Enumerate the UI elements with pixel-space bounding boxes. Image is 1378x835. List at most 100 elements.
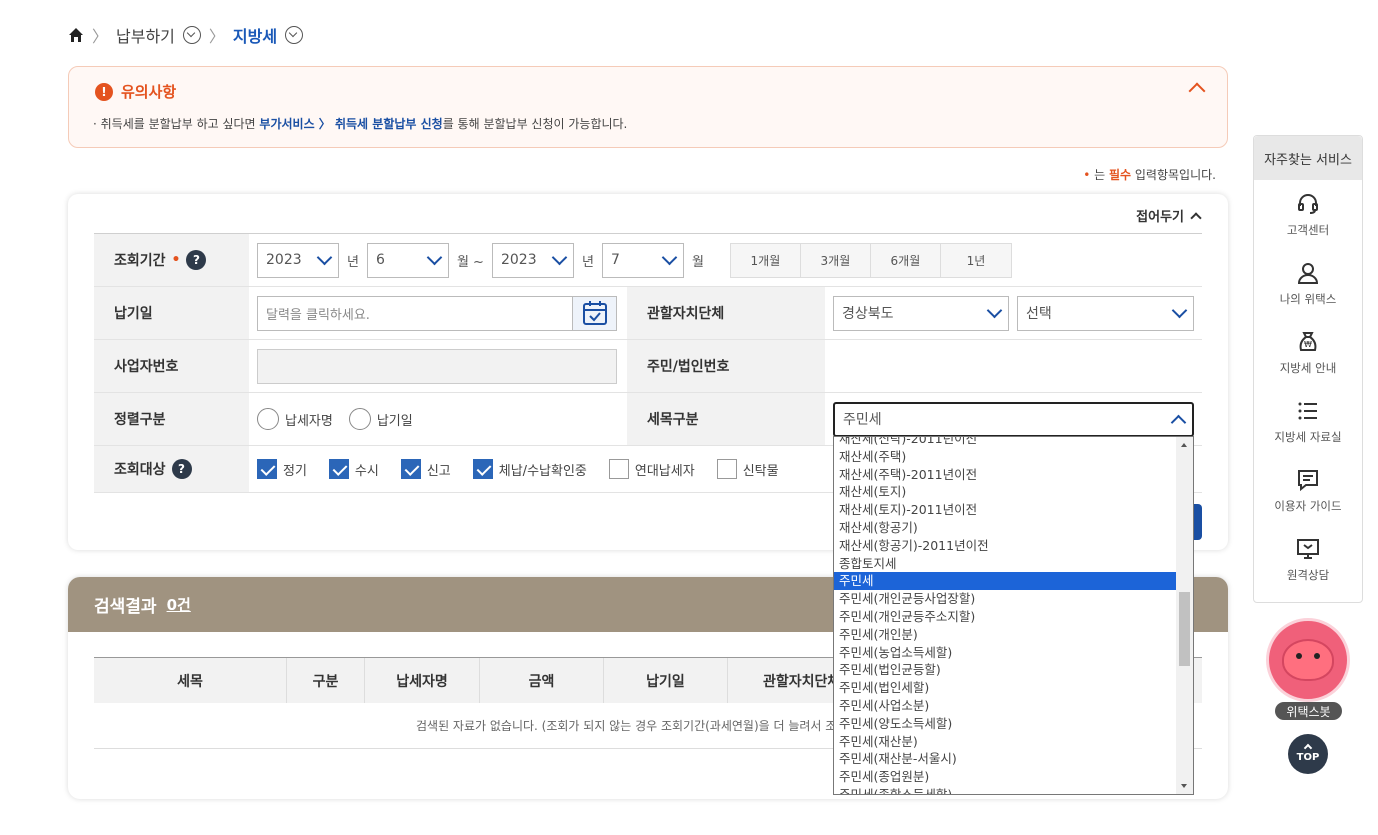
sort-option-name[interactable]: 납세자명: [257, 408, 333, 430]
side-item-my-wetax[interactable]: 나의 위택스: [1254, 249, 1362, 318]
checkbox[interactable]: [472, 459, 493, 479]
help-icon[interactable]: ?: [186, 250, 207, 270]
chevron-down-icon: [316, 249, 333, 265]
dropdown-option[interactable]: 재산세(항공기)-2011년이전: [834, 537, 1176, 555]
checkbox[interactable]: [328, 459, 349, 479]
tax-type-dropdown-list[interactable]: 재산세(신탁)-2011년이전 재산세(주택) 재산세(주택)-2011년이전 재산세…: [833, 436, 1194, 795]
biz-no-input[interactable]: [257, 348, 617, 384]
id-no-label-text: 주민/법인번호: [647, 359, 730, 375]
radio-button[interactable]: [257, 408, 279, 430]
tax-type-select[interactable]: 주민세: [833, 401, 1194, 437]
due-date-placeholder: 달력을 클릭하세요.: [266, 307, 370, 323]
chatbot-button[interactable]: [1266, 618, 1350, 702]
side-item-remote-support[interactable]: 원격상담: [1254, 525, 1362, 594]
target-option-regular[interactable]: 정기: [257, 459, 307, 479]
checkbox[interactable]: [257, 459, 277, 479]
scrollbar-thumb[interactable]: [1179, 592, 1190, 666]
dropdown-option[interactable]: 주민세: [834, 572, 1176, 591]
chatbot-mascot-icon: [1282, 639, 1334, 681]
dropdown-option[interactable]: 재산세(주택): [834, 448, 1176, 466]
notice-link[interactable]: 부가서비스 〉 취득세 분할납부 신청: [259, 117, 442, 131]
checkbox[interactable]: [608, 459, 629, 479]
period-1year-button[interactable]: 1년: [941, 244, 1011, 277]
start-year-select[interactable]: 2023: [257, 242, 339, 278]
arrow-up-icon: [1303, 743, 1313, 753]
notice-text-post: 를 통해 분할납부 신청이 가능합니다.: [442, 117, 628, 131]
monitor-icon: [1297, 538, 1319, 559]
chevron-up-icon: [1170, 414, 1187, 430]
target-option-trust[interactable]: 신탁물: [716, 459, 779, 479]
scroll-top-button[interactable]: TOP: [1288, 734, 1328, 774]
side-item-customer-center[interactable]: 고객센터: [1254, 180, 1362, 249]
required-note-post: 입력항목입니다.: [1131, 168, 1216, 182]
province-select[interactable]: 경상북도: [833, 295, 1009, 331]
dropdown-option[interactable]: 재산세(신탁)-2011년이전: [834, 437, 1176, 448]
side-item-label: 고객센터: [1286, 222, 1330, 237]
target-option-arrears[interactable]: 체납/수납확인중: [472, 459, 587, 479]
period-cell: 2023 년 6 월 ~ 2023 년 7 월 1개월 3개월 6개월 1년: [249, 234, 1202, 286]
due-date-input[interactable]: 달력을 클릭하세요.: [257, 295, 617, 331]
radio-button[interactable]: [348, 408, 371, 430]
side-item-user-guide[interactable]: 이용자 가이드: [1254, 456, 1362, 525]
tax-type-value: 주민세: [843, 412, 882, 428]
dropdown-option[interactable]: 주민세(재산분-서울시): [834, 750, 1176, 768]
chevron-down-icon: [426, 249, 443, 265]
results-title: 검색결과: [94, 597, 157, 617]
column-header: 구분: [287, 658, 365, 703]
start-month-select[interactable]: 6: [366, 242, 449, 278]
dropdown-option[interactable]: 주민세(종업원분): [834, 768, 1176, 786]
chevron-down-icon[interactable]: [182, 26, 201, 44]
target-option-occasional[interactable]: 수시: [328, 459, 379, 479]
end-year-select[interactable]: 2023: [491, 242, 574, 278]
home-icon[interactable]: [68, 27, 84, 43]
id-no-label: 주민/법인번호: [627, 340, 825, 392]
help-icon[interactable]: ?: [171, 459, 192, 479]
dropdown-option[interactable]: 주민세(개인분): [834, 626, 1176, 644]
dropdown-option[interactable]: 주민세(개인균등주소지할): [834, 608, 1176, 626]
sort-option-date-label: 납기일: [376, 413, 413, 429]
scroll-top-label: TOP: [1296, 752, 1320, 763]
fold-button[interactable]: 접어두기: [1136, 206, 1202, 225]
dropdown-option[interactable]: 종합토지세: [834, 555, 1176, 573]
period-1month-button[interactable]: 1개월: [731, 243, 801, 277]
breadcrumb-level1[interactable]: 납부하기: [116, 23, 175, 47]
end-month-select[interactable]: 7: [601, 242, 684, 278]
checkbox[interactable]: [400, 459, 421, 479]
collapse-chevron-icon[interactable]: [1188, 82, 1206, 100]
form-row-due-date: 납기일 달력을 클릭하세요. 관할자치단체 경상북도 선택: [94, 287, 1202, 340]
biz-no-label-text: 사업자번호: [114, 359, 179, 375]
dropdown-option[interactable]: 재산세(토지): [834, 483, 1176, 501]
dropdown-option[interactable]: 재산세(주택)-2011년이전: [834, 466, 1176, 484]
dropdown-option[interactable]: 주민세(법인세할): [834, 679, 1176, 697]
period-6month-button[interactable]: 6개월: [871, 243, 941, 277]
target-option-report[interactable]: 신고: [400, 459, 451, 479]
notice-box: ! 유의사항 · 취득세를 분할납부 하고 싶다면 부가서비스 〉 취득세 분할…: [68, 66, 1228, 148]
chevron-down-icon[interactable]: [285, 26, 304, 44]
side-item-tax-library[interactable]: 지방세 자료실: [1254, 387, 1362, 456]
dropdown-option[interactable]: 재산세(항공기): [834, 519, 1176, 537]
scroll-down-arrow-icon[interactable]: [1181, 784, 1187, 788]
dropdown-option[interactable]: 주민세(사업소분): [834, 697, 1176, 715]
unit-month-tilde: 월 ~: [456, 254, 484, 270]
city-select[interactable]: 선택: [1017, 295, 1194, 331]
target-label-text: 조회대상: [114, 462, 166, 478]
dropdown-scrollbar[interactable]: [1176, 437, 1193, 794]
checkbox[interactable]: [716, 459, 737, 479]
dropdown-option[interactable]: 주민세(개인균등사업장할): [834, 590, 1176, 608]
calendar-button[interactable]: [572, 296, 616, 330]
target-option-joint[interactable]: 연대납세자: [608, 459, 695, 479]
dropdown-option[interactable]: 재산세(토지)-2011년이전: [834, 501, 1176, 519]
dropdown-option[interactable]: 주민세(농업소득세할): [834, 644, 1176, 662]
breadcrumb-level2[interactable]: 지방세: [233, 23, 277, 47]
period-3month-button[interactable]: 3개월: [801, 243, 871, 277]
side-item-tax-guide[interactable]: ₩ 지방세 안내: [1254, 318, 1362, 387]
sort-option-date[interactable]: 납기일: [348, 408, 413, 430]
dropdown-option[interactable]: 주민세(종합소득세할): [834, 786, 1176, 794]
dropdown-option[interactable]: 주민세(재산분): [834, 733, 1176, 751]
chatbot-label[interactable]: 위택스봇: [1275, 702, 1342, 720]
dropdown-option[interactable]: 주민세(법인균등할): [834, 661, 1176, 679]
required-note-word: 필수: [1108, 168, 1132, 182]
scroll-up-arrow-icon[interactable]: [1181, 443, 1187, 447]
unit-year: 년: [581, 254, 594, 270]
dropdown-option[interactable]: 주민세(양도소득세할): [834, 715, 1176, 733]
